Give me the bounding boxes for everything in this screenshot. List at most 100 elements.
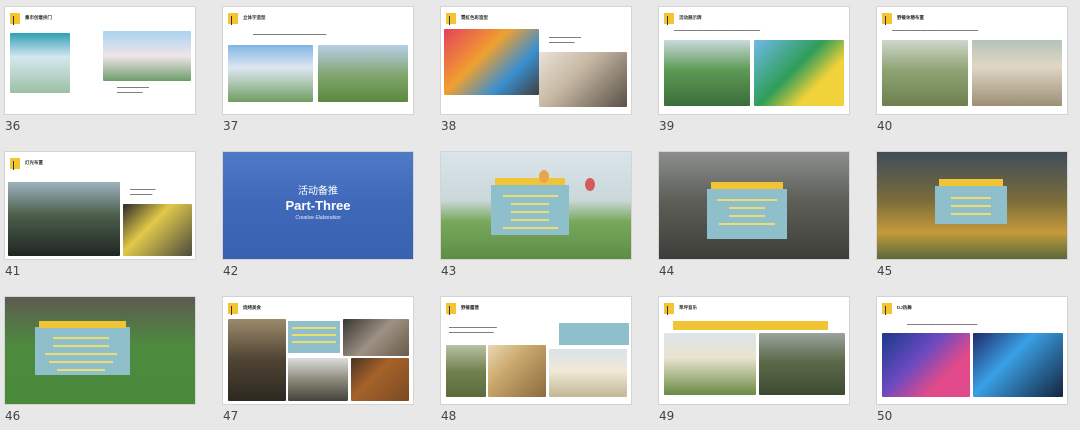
slide-thumbnail-44[interactable]: 44 (654, 145, 852, 285)
slide-preview: 霓虹色彩造型 ▬▬▬▬▬▬▬▬▬▬ ▬▬▬▬▬▬▬▬ (441, 7, 631, 114)
panel-text-line (951, 205, 991, 207)
slide-preview: 烧烤美食 (223, 297, 413, 404)
logo-icon (228, 303, 238, 315)
slide-number: 44 (659, 264, 675, 278)
slide-number: 43 (441, 264, 457, 278)
slide-body-text: ▬▬▬▬▬▬▬▬▬▬▬▬▬▬▬ ▬▬▬▬▬▬▬▬▬▬▬▬▬▬ (449, 325, 497, 334)
panel-text-line (951, 213, 991, 215)
slide-number: 41 (5, 264, 21, 278)
letters-photo-2 (318, 45, 408, 102)
slide-preview: DJ热舞 ▬▬▬▬▬▬▬▬▬▬▬▬▬▬▬▬▬▬▬▬▬▬ (877, 297, 1067, 404)
panel-heading (39, 321, 126, 328)
panel-text-line (503, 227, 558, 229)
slide-title: 烧烤美食 (243, 305, 261, 310)
panel-heading (673, 321, 828, 330)
slide-body-text: ▬▬▬▬▬▬▬▬▬▬▬▬▬▬▬▬▬▬▬▬▬▬ (907, 322, 978, 326)
sign-photo-1 (664, 40, 750, 106)
slide-title: 灯光布置 (25, 160, 43, 165)
slide-thumbnail-48[interactable]: 野餐露营 ▬▬▬▬▬▬▬▬▬▬▬▬▬▬▬ ▬▬▬▬▬▬▬▬▬▬▬▬▬▬ 48 (436, 290, 634, 430)
slide-number: 46 (5, 409, 21, 423)
info-panel (35, 327, 130, 375)
slide-thumbnail-41[interactable]: 灯光布置 ▬▬▬▬▬▬▬▬ ▬▬▬▬▬▬▬ 41 (0, 145, 198, 285)
slide-thumbnail-39[interactable]: 活动展示牌 ▬▬▬▬▬▬▬▬▬▬▬▬▬▬▬▬▬▬▬▬▬▬▬▬▬▬▬ 39 (654, 0, 852, 140)
neon-photo-2 (539, 52, 627, 107)
bbq-photo-4 (351, 358, 409, 401)
slide-number: 50 (877, 409, 893, 423)
panel-text-line (511, 203, 549, 205)
slide-number: 45 (877, 264, 893, 278)
panel-heading (939, 179, 1003, 186)
slide-thumbnail-47[interactable]: 烧烤美食 47 (218, 290, 416, 430)
slide-thumbnail-46[interactable]: 46 (0, 290, 198, 430)
panel-text-line (45, 353, 117, 355)
lights-photo-2 (123, 204, 192, 256)
slide-thumbnail-37[interactable]: 立体字造型 ▬▬▬▬▬▬▬▬▬▬▬▬▬▬▬▬▬▬▬▬▬▬▬ 37 (218, 0, 416, 140)
slide-number: 39 (659, 119, 675, 133)
info-panel (559, 323, 629, 345)
slide-title: 立体字造型 (243, 15, 266, 20)
bbq-photo-3 (288, 358, 348, 401)
slide-title: 草坪音乐 (679, 305, 697, 310)
lights-photo-1 (8, 182, 120, 256)
slide-thumbnail-43[interactable]: 43 (436, 145, 634, 285)
slide-preview: 野餐休憩布置 ▬▬▬▬▬▬▬▬▬▬▬▬▬▬▬▬▬▬▬▬▬▬▬▬▬▬▬ (877, 7, 1067, 114)
panel-heading (495, 178, 565, 185)
neon-photo-1 (444, 29, 539, 95)
letters-photo-1 (228, 45, 313, 102)
slide-thumbnail-45[interactable]: 45 (872, 145, 1070, 285)
panel-text-line (951, 197, 991, 199)
slide-thumbnail-50[interactable]: DJ热舞 ▬▬▬▬▬▬▬▬▬▬▬▬▬▬▬▬▬▬▬▬▬▬ 50 (872, 290, 1070, 430)
arch-photo-1 (10, 33, 70, 93)
slide-sorter-grid: 集市创意拱门 ▬▬▬▬▬▬▬▬▬▬ ▬▬▬▬▬▬▬▬ 36 立体字造型 ▬▬▬▬▬… (0, 0, 1080, 423)
info-panel (707, 189, 787, 239)
panel-text-line (292, 341, 336, 343)
slide-preview: 集市创意拱门 ▬▬▬▬▬▬▬▬▬▬ ▬▬▬▬▬▬▬▬ (5, 7, 195, 114)
slide-thumbnail-42[interactable]: 活动备推 Part-Three Creative Elaboration 42 (218, 145, 416, 285)
slide-number: 42 (223, 264, 239, 278)
slide-thumbnail-40[interactable]: 野餐休憩布置 ▬▬▬▬▬▬▬▬▬▬▬▬▬▬▬▬▬▬▬▬▬▬▬▬▬▬▬ 40 (872, 0, 1070, 140)
slide-number: 48 (441, 409, 457, 423)
panel-heading (711, 182, 783, 189)
music-photo-1 (664, 333, 756, 395)
slide-preview (441, 152, 631, 259)
bbq-photo-2 (343, 319, 409, 356)
panel-text-line (292, 334, 336, 336)
panel-text-line (49, 361, 113, 363)
panel-text-line (511, 211, 549, 213)
panel-text-line (729, 207, 765, 209)
section-cover-slide: 活动备推 Part-Three Creative Elaboration (223, 152, 413, 259)
slide-title: 霓虹色彩造型 (461, 15, 488, 20)
slide-preview: 立体字造型 ▬▬▬▬▬▬▬▬▬▬▬▬▬▬▬▬▬▬▬▬▬▬▬ (223, 7, 413, 114)
slide-number: 47 (223, 409, 239, 423)
logo-icon (10, 158, 20, 170)
slide-number: 38 (441, 119, 457, 133)
cover-subtitle: Creative Elaboration (295, 215, 341, 221)
cover-title-en: Part-Three (285, 198, 351, 213)
panel-text-line (511, 219, 549, 221)
info-panel (288, 321, 340, 353)
slide-body-text: ▬▬▬▬▬▬▬▬▬▬▬▬▬▬▬▬▬▬▬▬▬▬▬▬▬▬▬ (892, 28, 979, 32)
slide-number: 40 (877, 119, 893, 133)
music-photo-2 (759, 333, 845, 395)
logo-icon (446, 13, 456, 25)
slide-title: 野餐露营 (461, 305, 479, 310)
cover-title-cn: 活动备推 (298, 186, 338, 197)
slide-preview: 活动展示牌 ▬▬▬▬▬▬▬▬▬▬▬▬▬▬▬▬▬▬▬▬▬▬▬▬▬▬▬ (659, 7, 849, 114)
panel-text-line (719, 223, 775, 225)
logo-icon (446, 303, 456, 315)
slide-number: 36 (5, 119, 21, 133)
panel-text-line (53, 345, 109, 347)
logo-icon (664, 13, 674, 25)
slide-thumbnail-36[interactable]: 集市创意拱门 ▬▬▬▬▬▬▬▬▬▬ ▬▬▬▬▬▬▬▬ 36 (0, 0, 198, 140)
panel-text-line (57, 369, 105, 371)
slide-thumbnail-38[interactable]: 霓虹色彩造型 ▬▬▬▬▬▬▬▬▬▬ ▬▬▬▬▬▬▬▬ 38 (436, 0, 634, 140)
bbq-photo-1 (228, 319, 286, 401)
slide-title: 活动展示牌 (679, 15, 702, 20)
sign-photo-2 (754, 40, 844, 106)
slide-body-text: ▬▬▬▬▬▬▬▬▬▬▬▬▬▬▬▬▬▬▬▬▬▬▬ (253, 32, 327, 36)
slide-thumbnail-49[interactable]: 草坪音乐 49 (654, 290, 852, 430)
picnic-photo-1 (446, 345, 486, 397)
panel-text-line (503, 195, 558, 197)
picnic-photo-1 (882, 40, 968, 106)
slide-body-text: ▬▬▬▬▬▬▬▬ ▬▬▬▬▬▬▬ (130, 187, 156, 196)
